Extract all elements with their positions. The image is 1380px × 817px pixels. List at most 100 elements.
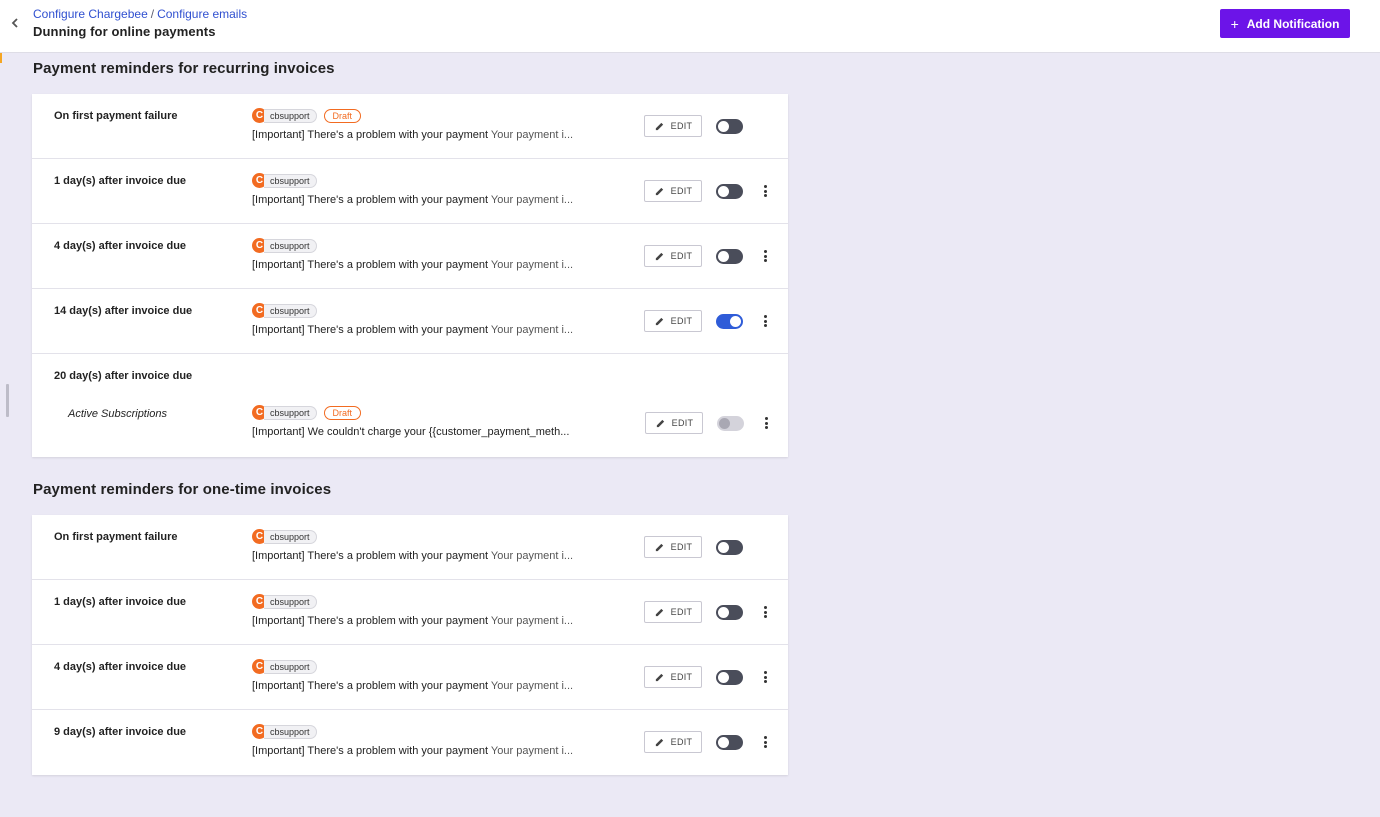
sender-name: cbsupport <box>264 173 317 188</box>
notification-row: 20 day(s) after invoice due Active Subscr… <box>32 354 788 457</box>
pencil-icon <box>655 608 663 616</box>
email-preview: Your payment i... <box>490 615 574 627</box>
enable-toggle[interactable] <box>716 314 743 329</box>
enable-toggle[interactable] <box>716 670 743 685</box>
email-subject-text: [Important] There's a problem with your … <box>252 550 489 562</box>
notification-audience: Active Subscriptions <box>68 408 168 420</box>
breadcrumb-link-configure-emails[interactable]: Configure emails <box>157 7 247 21</box>
edit-label: EDIT <box>670 251 693 261</box>
notification-schedule: 1 day(s) after invoice due <box>54 596 187 608</box>
notification-schedule: 1 day(s) after invoice due <box>54 175 187 187</box>
notification-row: On first payment failure C cbsupport [Im… <box>32 515 788 580</box>
page-title: Dunning for online payments <box>33 24 216 39</box>
edit-button[interactable]: EDIT <box>645 412 703 434</box>
notification-schedule: On first payment failure <box>54 110 178 122</box>
sender-tag: C cbsupport Draft <box>252 405 362 420</box>
more-options-icon[interactable] <box>759 604 771 620</box>
email-subject-text: [Important] There's a problem with your … <box>252 680 489 692</box>
enable-toggle[interactable] <box>716 540 743 555</box>
section-title: Payment reminders for recurring invoices <box>33 60 335 77</box>
sender-name: cbsupport <box>264 659 317 674</box>
enable-toggle[interactable] <box>716 119 743 134</box>
sender-name: cbsupport <box>264 108 317 123</box>
edit-button[interactable]: EDIT <box>644 731 702 753</box>
pencil-icon <box>655 187 663 195</box>
section-title: Payment reminders for one-time invoices <box>33 481 332 498</box>
sender-tag: C cbsupport <box>252 303 317 318</box>
notification-row: 4 day(s) after invoice due C cbsupport [… <box>32 645 788 710</box>
edit-label: EDIT <box>670 672 693 682</box>
email-subject-text: [Important] There's a problem with your … <box>252 615 489 627</box>
edit-button[interactable]: EDIT <box>644 666 702 688</box>
email-subject: [Important] There's a problem with your … <box>252 129 573 141</box>
draft-badge: Draft <box>323 405 362 420</box>
enable-toggle[interactable] <box>716 605 743 620</box>
pencil-icon <box>655 252 663 260</box>
edit-button[interactable]: EDIT <box>644 601 702 623</box>
breadcrumb-link-configure-chargebee[interactable]: Configure Chargebee <box>33 7 148 21</box>
more-options-icon[interactable] <box>759 313 771 329</box>
back-button[interactable] <box>8 14 22 32</box>
email-subject-text: [Important] There's a problem with your … <box>252 324 489 336</box>
chevron-left-icon <box>11 18 18 28</box>
enable-toggle[interactable] <box>716 249 743 264</box>
edit-label: EDIT <box>670 186 693 196</box>
notification-schedule: 20 day(s) after invoice due <box>54 370 193 382</box>
enable-toggle[interactable] <box>716 735 743 750</box>
edit-label: EDIT <box>671 418 694 428</box>
sender-name: cbsupport <box>264 238 317 253</box>
edit-label: EDIT <box>670 607 693 617</box>
more-options-icon[interactable] <box>759 248 771 264</box>
edit-button[interactable]: EDIT <box>644 245 702 267</box>
edit-button[interactable]: EDIT <box>644 310 702 332</box>
more-options-icon[interactable] <box>759 183 771 199</box>
breadcrumb-separator: / <box>150 7 155 21</box>
more-options-icon[interactable] <box>760 415 772 431</box>
pencil-icon <box>656 419 664 427</box>
email-preview: Your payment i... <box>490 194 574 206</box>
sender-name: cbsupport <box>264 303 317 318</box>
notification-row: 14 day(s) after invoice due C cbsupport … <box>32 289 788 354</box>
sender-name: cbsupport <box>264 529 317 544</box>
email-preview: Your payment i... <box>490 745 574 757</box>
sender-tag: C cbsupport <box>252 529 317 544</box>
notification-schedule: 14 day(s) after invoice due <box>54 305 193 317</box>
notification-card: On first payment failure C cbsupport Dra… <box>32 94 788 457</box>
resize-handle[interactable] <box>6 384 9 417</box>
toggle-knob <box>718 251 729 262</box>
add-notification-button[interactable]: + Add Notification <box>1220 9 1350 38</box>
plus-icon: + <box>1230 15 1239 32</box>
email-subject-text: [Important] There's a problem with your … <box>252 259 489 271</box>
pencil-icon <box>655 122 663 130</box>
email-subject: [Important] There's a problem with your … <box>252 680 573 692</box>
sender-name: cbsupport <box>264 405 317 420</box>
toggle-knob <box>718 121 729 132</box>
email-subject: [Important] There's a problem with your … <box>252 745 573 757</box>
email-subject: [Important] There's a problem with your … <box>252 550 573 562</box>
sender-tag: C cbsupport <box>252 724 317 739</box>
edit-button[interactable]: EDIT <box>644 115 702 137</box>
sender-name: cbsupport <box>264 594 317 609</box>
notification-row: 9 day(s) after invoice due C cbsupport [… <box>32 710 788 775</box>
toggle-knob <box>718 186 729 197</box>
more-options-icon[interactable] <box>759 734 771 750</box>
email-subject: [Important] There's a problem with your … <box>252 324 573 336</box>
notification-schedule: 9 day(s) after invoice due <box>54 726 187 738</box>
toggle-knob <box>730 316 741 327</box>
sender-tag: C cbsupport <box>252 173 317 188</box>
email-subject-text: [Important] We couldn't charge your {{cu… <box>252 426 570 438</box>
email-subject: [Important] There's a problem with your … <box>252 194 573 206</box>
edit-button[interactable]: EDIT <box>644 536 702 558</box>
side-indicator <box>0 53 2 63</box>
email-preview: Your payment i... <box>490 129 574 141</box>
notification-schedule: 4 day(s) after invoice due <box>54 240 187 252</box>
notification-schedule: On first payment failure <box>54 531 178 543</box>
more-options-icon[interactable] <box>759 669 771 685</box>
edit-button[interactable]: EDIT <box>644 180 702 202</box>
notification-row: 1 day(s) after invoice due C cbsupport [… <box>32 580 788 645</box>
email-preview: Your payment i... <box>490 680 574 692</box>
email-subject: [Important] There's a problem with your … <box>252 259 573 271</box>
enable-toggle <box>717 416 744 431</box>
enable-toggle[interactable] <box>716 184 743 199</box>
notification-row: 4 day(s) after invoice due C cbsupport [… <box>32 224 788 289</box>
